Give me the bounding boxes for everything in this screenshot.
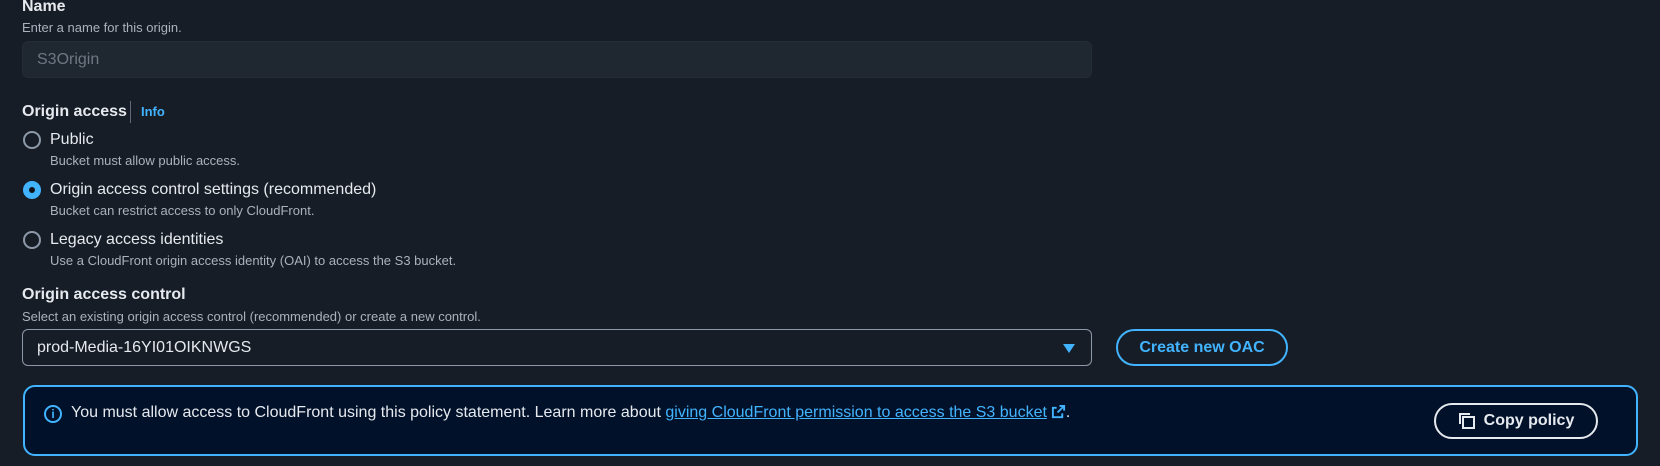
alert-text-prefix: You must allow access to CloudFront usin…: [71, 404, 666, 421]
info-icon: i: [44, 405, 62, 423]
policy-alert: i You must allow access to CloudFront us…: [23, 385, 1638, 456]
alert-text-suffix: .: [1065, 404, 1071, 421]
option-oac-description: Bucket can restrict access to only Cloud…: [50, 203, 315, 218]
name-label: Name: [22, 0, 66, 15]
permission-doc-link-text[interactable]: giving CloudFront permission to access t…: [665, 404, 1047, 421]
option-oac-title[interactable]: Origin access control settings (recommen…: [50, 181, 376, 199]
origin-access-label: Origin access: [22, 103, 127, 120]
radio-public[interactable]: [23, 131, 41, 149]
external-link-icon: [1051, 404, 1065, 419]
create-new-oac-button[interactable]: Create new OAC: [1116, 329, 1288, 366]
copy-policy-label: Copy policy: [1483, 412, 1575, 429]
name-input[interactable]: S3Origin: [22, 41, 1092, 78]
permission-doc-link[interactable]: giving CloudFront permission to access t…: [665, 404, 1066, 421]
option-public-description: Bucket must allow public access.: [50, 153, 241, 168]
copy-policy-button[interactable]: Copy policy: [1434, 403, 1598, 439]
option-legacy-description: Use a CloudFront origin access identity …: [50, 253, 457, 268]
caret-down-icon: [1063, 344, 1075, 353]
option-legacy-title[interactable]: Legacy access identities: [50, 231, 223, 249]
oac-select-value: prod-Media-16YI01OIKNWGS: [37, 339, 252, 356]
oac-select[interactable]: prod-Media-16YI01OIKNWGS: [22, 329, 1092, 366]
oac-description: Select an existing origin access control…: [22, 309, 481, 324]
radio-legacy[interactable]: [23, 231, 41, 249]
oac-label: Origin access control: [22, 286, 186, 303]
name-description: Enter a name for this origin.: [22, 20, 182, 35]
info-link[interactable]: Info: [141, 104, 165, 119]
info-divider: [130, 101, 131, 123]
option-public-title[interactable]: Public: [50, 131, 94, 149]
radio-oac[interactable]: [23, 181, 41, 199]
copy-icon: [1458, 413, 1475, 429]
alert-message: You must allow access to CloudFront usin…: [71, 404, 1070, 422]
